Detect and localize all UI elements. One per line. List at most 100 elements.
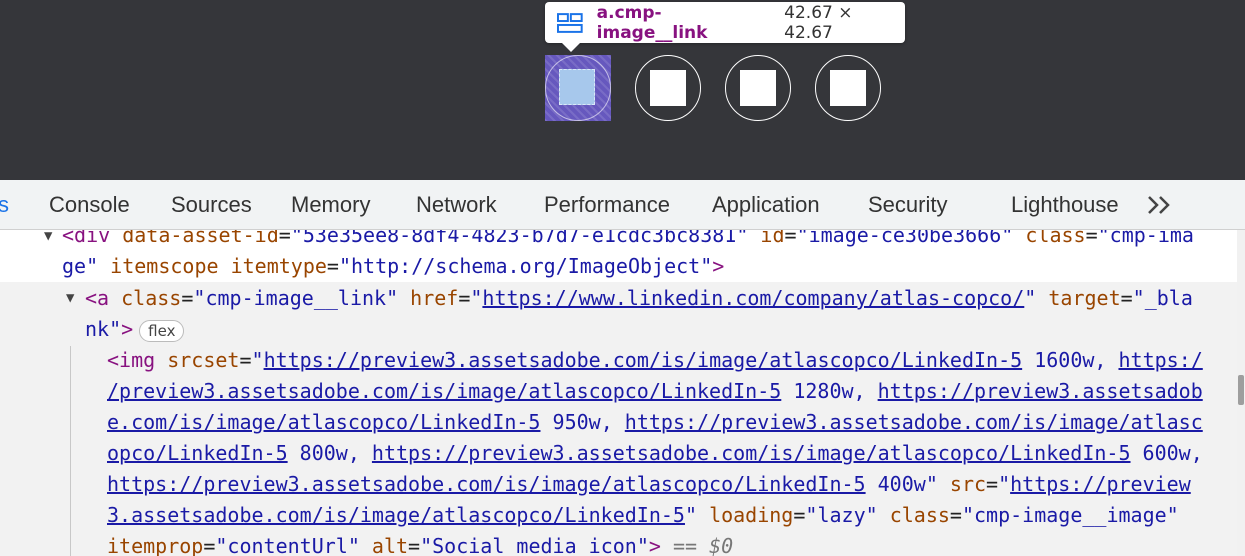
tree-line-div[interactable]: <div data-asset-id="53e35ee8-8df4-4823-b… bbox=[62, 230, 1194, 251]
quote: " bbox=[470, 286, 483, 310]
tab-performance[interactable]: Performance bbox=[544, 192, 670, 218]
srcset-link[interactable]: e.com/is/image/atlascopco/LinkedIn-5 bbox=[107, 410, 540, 434]
tree-line-a-cont[interactable]: nk"> flex bbox=[85, 314, 185, 345]
srcset-link[interactable]: https://preview3.assetsadobe.com/is/imag… bbox=[264, 348, 1023, 372]
srcset-width: 600w, bbox=[1130, 441, 1203, 465]
expand-triangle-icon[interactable]: ▼ bbox=[66, 290, 74, 306]
highlighted-element-overlay[interactable] bbox=[545, 55, 611, 121]
tag-open: <div bbox=[62, 230, 111, 247]
social-icon-link[interactable] bbox=[635, 55, 701, 121]
social-icon bbox=[740, 70, 776, 106]
attr-name: itemtype bbox=[230, 254, 327, 278]
social-icon-link[interactable] bbox=[815, 55, 881, 121]
srcset-link[interactable]: opco/LinkedIn-5 bbox=[107, 441, 288, 465]
quote: " bbox=[925, 472, 938, 496]
tag-close: > bbox=[712, 254, 725, 278]
src-link[interactable]: 3.assetsadobe.com/is/image/atlascopco/Li… bbox=[107, 503, 685, 527]
quote: " bbox=[251, 348, 264, 372]
tree-line-div-cont[interactable]: ge" itemscope itemtype="http://schema.or… bbox=[62, 251, 724, 282]
attr-value: "image-ce30be3666" bbox=[796, 230, 1014, 247]
more-tabs-icon[interactable] bbox=[1146, 194, 1174, 216]
srcset-link[interactable]: https://preview3.assetsadob bbox=[878, 379, 1203, 403]
attr-name: srcset bbox=[167, 348, 240, 372]
attr-value: "cmp-image__link" bbox=[193, 286, 399, 310]
attr-name: loading bbox=[709, 503, 794, 527]
href-link[interactable]: https://www.linkedin.com/company/atlas-c… bbox=[482, 286, 1024, 310]
attr-name: class bbox=[121, 286, 182, 310]
tab-elements[interactable]: s bbox=[0, 192, 9, 218]
srcset-width: 800w, bbox=[287, 441, 372, 465]
attr-name: alt bbox=[371, 534, 409, 556]
social-icon bbox=[830, 70, 866, 106]
tree-line-img[interactable]: <img srcset="https://preview3.assetsadob… bbox=[107, 345, 1203, 376]
tag-close: > bbox=[648, 534, 661, 556]
tree-line-img-cont[interactable]: e.com/is/image/atlascopco/LinkedIn-5 950… bbox=[107, 407, 1203, 438]
tooltip-size: 42.67 × 42.67 bbox=[784, 2, 853, 43]
attr-value: "lazy" bbox=[805, 503, 878, 527]
srcset-width: 1600w, bbox=[1022, 348, 1119, 372]
flex-badge[interactable]: flex bbox=[139, 319, 185, 342]
tree-line-img-cont[interactable]: https://preview3.assetsadobe.com/is/imag… bbox=[107, 469, 1191, 500]
srcset-link[interactable]: https://preview3.assetsadobe.com/is/imag… bbox=[372, 441, 1131, 465]
tab-memory[interactable]: Memory bbox=[291, 192, 370, 218]
tab-network[interactable]: Network bbox=[416, 192, 497, 218]
srcset-link[interactable]: https://preview3.assetsadobe.com/is/imag… bbox=[625, 410, 1203, 434]
attr-name: id bbox=[760, 230, 785, 247]
attr-value: nk" bbox=[85, 317, 122, 341]
attr-name: src bbox=[949, 472, 987, 496]
tab-application[interactable]: Application bbox=[712, 192, 820, 218]
expand-triangle-icon[interactable]: ▼ bbox=[44, 230, 52, 244]
tree-scrollbar[interactable] bbox=[1237, 230, 1245, 556]
attr-value: "contentUrl" bbox=[215, 534, 360, 556]
attr-value: ge" bbox=[62, 254, 99, 278]
quote: " bbox=[1024, 286, 1037, 310]
social-icon bbox=[650, 70, 686, 106]
social-icon-link[interactable] bbox=[725, 55, 791, 121]
attr-name: class bbox=[889, 503, 950, 527]
tree-line-a[interactable]: <a class="cmp-image__link" href="https:/… bbox=[85, 283, 1193, 314]
attr-name: target bbox=[1048, 286, 1121, 310]
scrollbar-thumb[interactable] bbox=[1238, 375, 1244, 405]
quote: " bbox=[338, 254, 352, 278]
attr-value: "53e35ee8-8df4-4823-b7d7-e1cdc3bc8381" bbox=[290, 230, 749, 247]
tab-sources[interactable]: Sources bbox=[171, 192, 252, 218]
tree-line-img-cont[interactable]: 3.assetsadobe.com/is/image/atlascopco/Li… bbox=[107, 500, 1179, 531]
tree-line-img-cont[interactable]: opco/LinkedIn-5 800w, https://preview3.a… bbox=[107, 438, 1203, 469]
flex-layout-icon bbox=[557, 12, 583, 33]
tag-open: <img bbox=[107, 348, 156, 372]
srcset-link[interactable]: https://preview3.assetsadobe.com/is/imag… bbox=[107, 472, 866, 496]
attr-name: itemscope bbox=[110, 254, 219, 278]
quote: " bbox=[998, 472, 1011, 496]
srcset-link[interactable]: https:/ bbox=[1118, 348, 1202, 372]
linkedin-icon[interactable] bbox=[559, 69, 595, 105]
selected-node-marker: == $0 bbox=[660, 534, 734, 556]
srcset-width: 950w, bbox=[540, 410, 625, 434]
srcset-width: 1280w, bbox=[781, 379, 878, 403]
indent-guide bbox=[70, 346, 71, 556]
srcset-link[interactable]: /preview3.assetsadobe.com/is/image/atlas… bbox=[107, 379, 781, 403]
tooltip-selector: a.cmp-image__link bbox=[596, 2, 708, 43]
tree-line-img-cont[interactable]: itemprop="contentUrl" alt="Social media … bbox=[107, 531, 733, 556]
attr-value: "cmp-image__image" bbox=[961, 503, 1179, 527]
src-link[interactable]: https://preview bbox=[1010, 472, 1191, 496]
tree-line-img-cont[interactable]: /preview3.assetsadobe.com/is/image/atlas… bbox=[107, 376, 1203, 407]
tag-open: <a bbox=[85, 286, 110, 310]
inspect-tooltip: a.cmp-image__link 42.67 × 42.67 bbox=[545, 2, 905, 52]
tab-console[interactable]: Console bbox=[49, 192, 130, 218]
page-preview: a.cmp-image__link 42.67 × 42.67 bbox=[0, 0, 1245, 180]
attr-value: "Social media icon" bbox=[420, 534, 649, 556]
attr-name: class bbox=[1025, 230, 1086, 247]
attr-name: itemprop bbox=[107, 534, 204, 556]
tab-security[interactable]: Security bbox=[868, 192, 947, 218]
attr-value: http://schema.org/ImageObject bbox=[351, 254, 701, 278]
quote: " bbox=[700, 254, 713, 278]
devtools-tab-bar: s Console Sources Memory Network Perform… bbox=[0, 180, 1245, 230]
quote: " bbox=[684, 503, 698, 527]
attr-name: href bbox=[410, 286, 459, 310]
attr-name: data-asset-id bbox=[122, 230, 279, 247]
attr-value: "cmp-ima bbox=[1097, 230, 1194, 247]
tab-lighthouse[interactable]: Lighthouse bbox=[1011, 192, 1119, 218]
srcset-width: 400w bbox=[865, 472, 926, 496]
tag-close: > bbox=[121, 317, 134, 341]
elements-tree: ▼ <div data-asset-id="53e35ee8-8df4-4823… bbox=[0, 230, 1245, 556]
